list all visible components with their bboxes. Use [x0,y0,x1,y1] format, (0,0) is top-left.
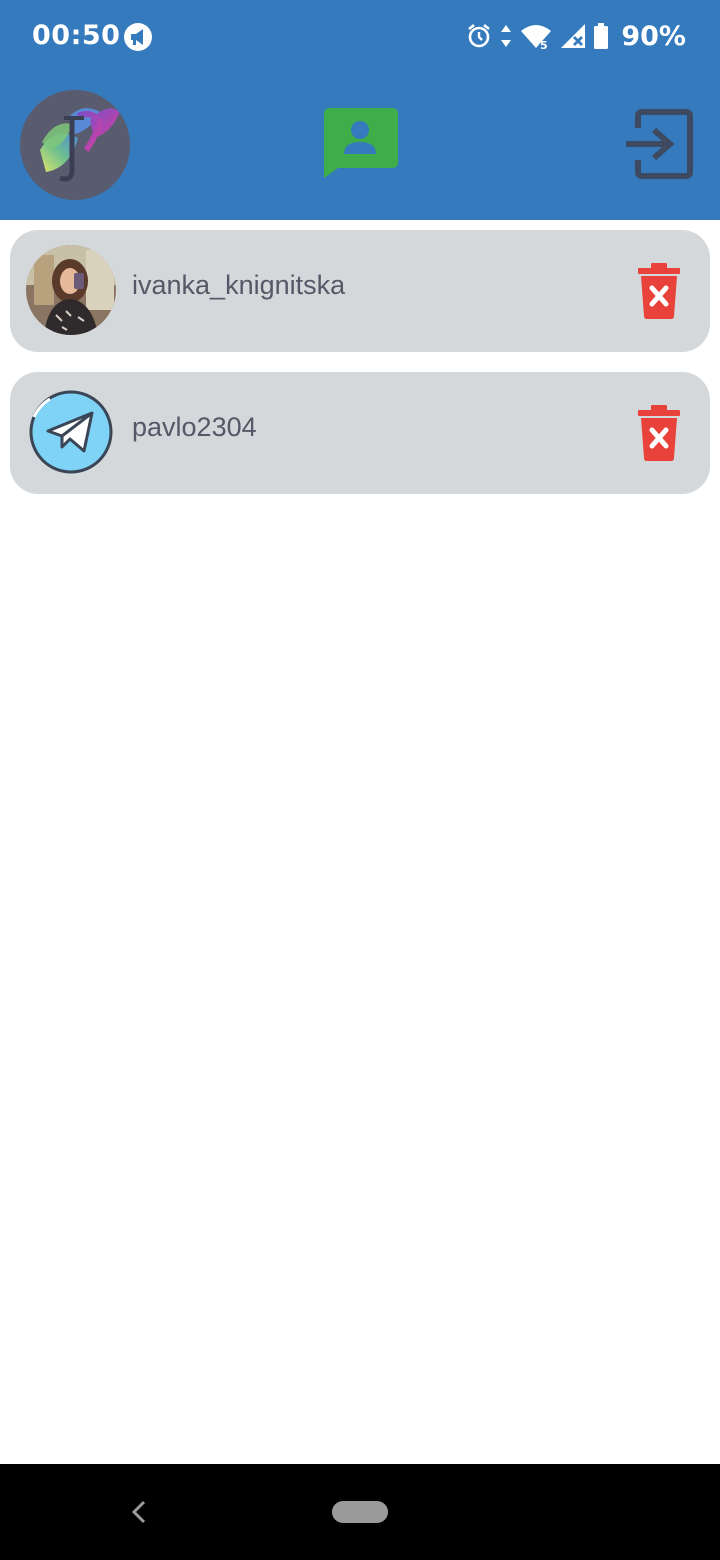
contact-chat-icon [324,108,398,178]
trash-delete-icon [638,405,680,461]
notification-megaphone-icon [124,23,152,51]
telegram-avatar-icon [26,387,116,477]
status-bar: 00:50 5 90% [0,0,720,72]
account-card[interactable]: pavlo2304 [10,372,710,494]
back-chevron-icon[interactable] [128,1498,150,1526]
app-logo-icon [20,90,130,200]
data-arrows-icon [501,25,512,47]
account-card[interactable]: ivanka_knignitska [10,230,710,352]
svg-text:5: 5 [540,39,548,50]
status-time: 00:50 [32,20,121,51]
battery-icon [594,23,609,49]
trash-delete-icon [638,263,680,319]
alarm-icon [468,23,491,48]
account-username: ivanka_knignitska [132,270,346,300]
logout-button[interactable] [622,108,696,180]
app-header [0,72,720,220]
account-username: pavlo2304 [132,412,257,442]
account-list: ivanka_knignitska pavlo2304 [10,230,710,514]
cell-signal-icon [561,24,586,48]
contacts-chat-button[interactable] [320,106,400,180]
wifi-icon: 5 [521,25,552,50]
logout-icon [626,109,693,179]
status-icons: 5 90% [465,18,686,54]
user-photo-avatar [26,245,116,335]
home-pill-button[interactable] [332,1501,388,1523]
battery-percentage: 90% [621,20,686,52]
system-navigation-bar [0,1464,720,1560]
delete-account-button[interactable] [636,404,682,462]
delete-account-button[interactable] [636,262,682,320]
